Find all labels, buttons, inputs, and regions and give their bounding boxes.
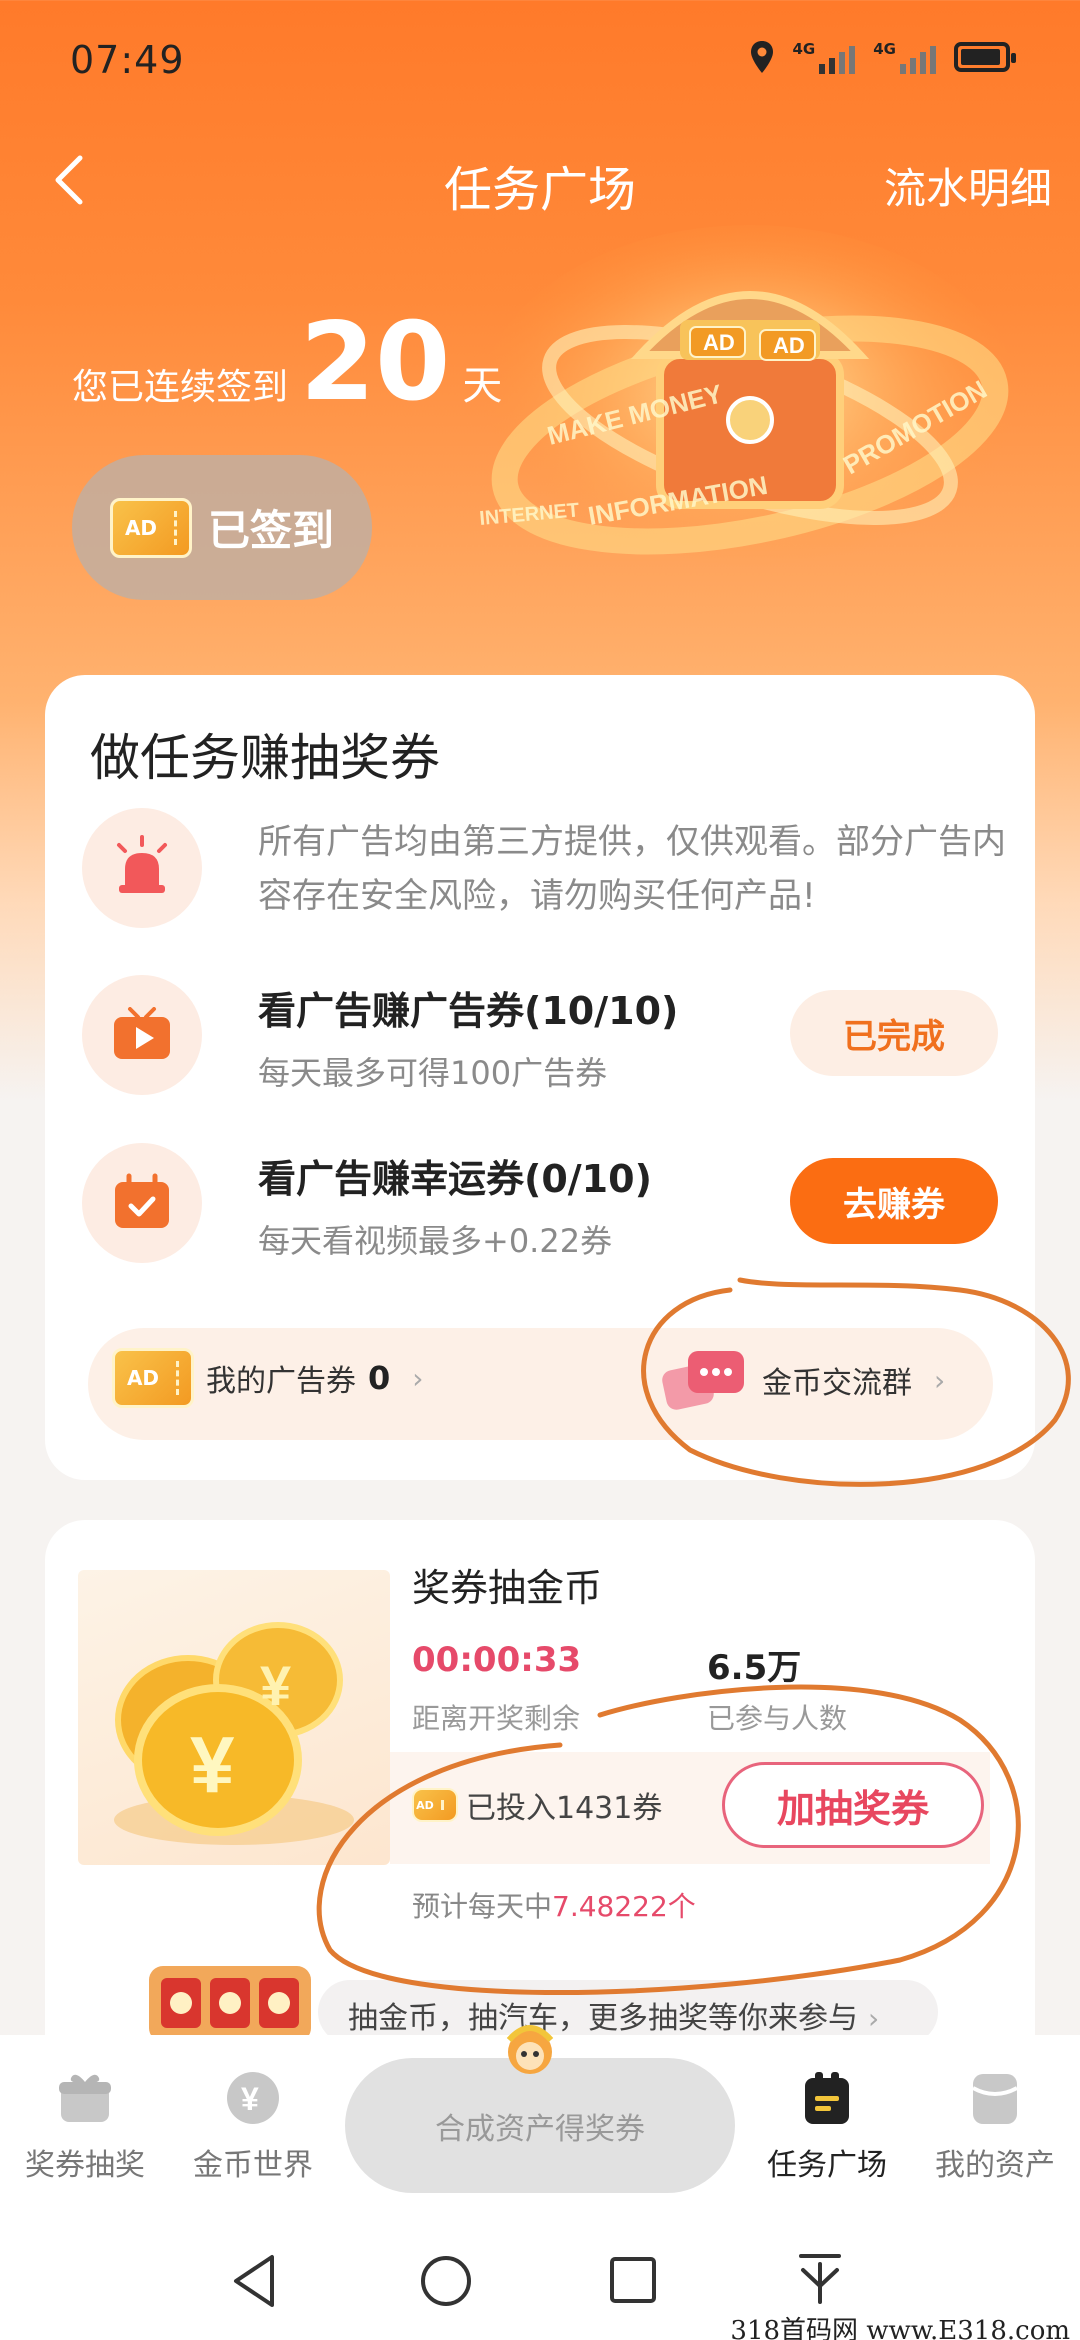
signed-in-button[interactable]: AD 已签到 [72, 455, 372, 600]
calendar-check-icon [82, 1143, 202, 1263]
chevron-right-icon: › [934, 1363, 946, 1397]
expected-winnings: 预计每天中7.48222个 [412, 1890, 696, 1923]
clipboard-icon [805, 2072, 849, 2124]
nav-label: 我的资产 [935, 2148, 1055, 2183]
nav-label: 奖券抽奖 [25, 2148, 145, 2183]
recents-square-icon[interactable] [608, 2255, 658, 2305]
invested-tickets: AD 已投入1431券 [412, 1783, 662, 1827]
chevron-right-icon: › [412, 1361, 424, 1395]
nav-center-label: 合成资产得奖券 [435, 2111, 645, 2147]
nav-item-coin-world[interactable]: ¥ 金币世界 [168, 2070, 338, 2184]
alarm-siren-icon [82, 808, 202, 928]
coin-group-link[interactable]: 金币交流群 › [660, 1345, 945, 1415]
yuan-coin-icon: ¥ [227, 2072, 279, 2124]
coin-symbol: ¥ [190, 1720, 235, 1809]
status-icons: 4G 4G [749, 40, 1016, 74]
gift-icon [59, 2074, 111, 2122]
signin-streak: 您已连续签到 20 天 [72, 300, 502, 425]
countdown-label: 距离开奖剩余 [412, 1702, 581, 1735]
ad-safety-notice: 所有广告均由第三方提供，仅供观看。部分广告内容存在安全风险，请勿购买任何产品! [258, 822, 1006, 916]
invested-label: 已投入1431券 [466, 1791, 663, 1826]
coin-symbol: ¥ [260, 1654, 291, 1717]
task-subtitle: 每天最多可得100广告券 [258, 1054, 608, 1092]
nav-item-task-plaza[interactable]: 任务广场 [742, 2070, 912, 2184]
play-video-icon [82, 975, 202, 1095]
task-card-title: 做任务赚抽奖券 [90, 729, 440, 787]
nav-label: 金币世界 [193, 2148, 313, 2183]
ad-ticket-icon: AD [412, 1788, 458, 1822]
home-circle-icon[interactable] [418, 2253, 474, 2309]
back-triangle-icon[interactable] [230, 2253, 280, 2309]
promo-text[interactable]: 抽金币，抽汽车，更多抽奖等你来参与 › [348, 1993, 879, 2037]
signed-in-label: 已签到 [207, 506, 334, 555]
participants-label: 已参与人数 [707, 1702, 848, 1735]
wallet-icon [972, 2074, 1018, 2124]
battery-icon [954, 42, 1016, 72]
streak-prefix: 您已连续签到 [72, 367, 289, 408]
coin-group-label: 金币交流群 [762, 1366, 912, 1401]
treasure-chest-illustration: AD AD MAKE MONEY INFORMATION PROMOTION I… [479, 225, 1020, 585]
streak-days: 20 [300, 300, 451, 425]
monkey-king-icon [506, 2025, 554, 2074]
earn-tickets-button[interactable]: 去赚券 [790, 1158, 998, 1244]
participants-count: 6.5万 [707, 1648, 802, 1688]
chest-ticket-text: AD [703, 330, 735, 355]
task-title: 看广告赚广告券(10/10) [258, 989, 679, 1033]
task-completed-button[interactable]: 已完成 [790, 990, 998, 1076]
download-icon[interactable] [795, 2250, 845, 2310]
signal-icon: 4G [793, 40, 856, 74]
ad-ticket-icon: AD [112, 1348, 194, 1408]
add-tickets-button[interactable]: 加抽奖券 [722, 1762, 984, 1848]
countdown-timer: 00:00:33 [412, 1640, 582, 1680]
nav-label: 任务广场 [767, 2148, 887, 2183]
ad-ticket-icon: AD [109, 497, 192, 558]
gold-coins-illustration: ¥ ¥ [78, 1570, 390, 1865]
coin-symbol: ¥ [241, 2081, 259, 2117]
my-tickets-count: 0 [368, 1359, 391, 1397]
chevron-right-icon: › [868, 2002, 880, 2035]
slot-machine-icon [149, 1966, 311, 2042]
watermark: 318首码网 www.E318.com [730, 2316, 1070, 2340]
chest-ticket-text: AD [773, 333, 805, 358]
status-time: 07:49 [70, 38, 185, 82]
task-title: 看广告赚幸运券(0/10) [258, 1157, 652, 1201]
task-subtitle: 每天看视频最多+0.22券 [258, 1222, 613, 1260]
chat-bubble-icon [662, 1351, 744, 1410]
lottery-title: 奖券抽金币 [412, 1566, 603, 1610]
location-icon [750, 41, 773, 73]
signal-icon: 4G [873, 40, 936, 74]
my-ad-tickets-link[interactable]: AD 我的广告券 0 › [112, 1348, 423, 1408]
my-tickets-label: 我的广告券 [206, 1364, 356, 1399]
nav-item-lottery[interactable]: 奖券抽奖 [0, 2070, 170, 2184]
nav-item-my-assets[interactable]: 我的资产 [910, 2070, 1080, 2184]
detail-link[interactable]: 流水明细 [884, 155, 1052, 216]
